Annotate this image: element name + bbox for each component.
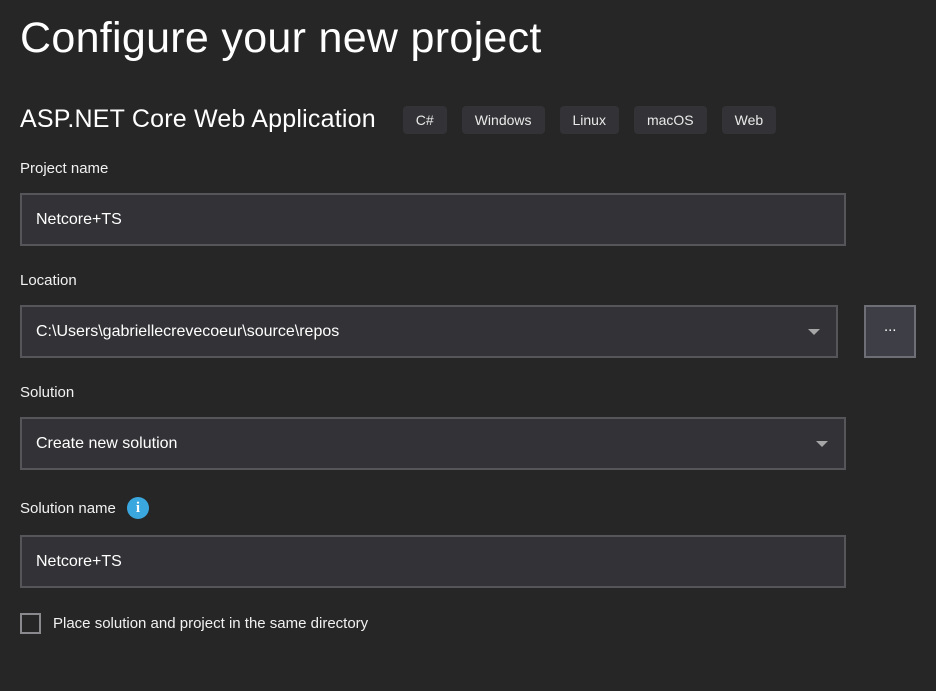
project-name-label: Project name [20, 160, 916, 177]
tag-macos: macOS [634, 106, 707, 134]
configure-project-dialog: Configure your new project ASP.NET Core … [0, 0, 936, 634]
template-header: ASP.NET Core Web Application C# Windows … [20, 105, 916, 134]
same-directory-label: Place solution and project in the same d… [53, 615, 368, 632]
solution-name-label-row: Solution name i [20, 497, 916, 519]
solution-name-input[interactable] [20, 535, 846, 588]
solution-name-label: Solution name [20, 500, 116, 517]
solution-label: Solution [20, 384, 916, 401]
location-label: Location [20, 272, 916, 289]
location-row: C:\Users\gabriellecrevecoeur\source\repo… [20, 305, 916, 358]
tag-csharp: C# [403, 106, 447, 134]
location-combobox[interactable]: C:\Users\gabriellecrevecoeur\source\repo… [20, 305, 838, 358]
project-name-input[interactable] [20, 193, 846, 246]
solution-combobox[interactable]: Create new solution [20, 417, 846, 470]
browse-button[interactable]: ... [864, 305, 916, 358]
tag-web: Web [722, 106, 777, 134]
same-directory-row: Place solution and project in the same d… [20, 613, 916, 634]
chevron-down-icon [808, 329, 820, 335]
tag-windows: Windows [462, 106, 545, 134]
template-tags: C# Windows Linux macOS Web [403, 106, 776, 134]
page-title: Configure your new project [20, 0, 916, 63]
info-icon[interactable]: i [127, 497, 149, 519]
same-directory-checkbox[interactable] [20, 613, 41, 634]
chevron-down-icon [816, 441, 828, 447]
tag-linux: Linux [560, 106, 619, 134]
template-name: ASP.NET Core Web Application [20, 105, 376, 134]
solution-value: Create new solution [36, 435, 177, 453]
location-value: C:\Users\gabriellecrevecoeur\source\repo… [36, 323, 339, 341]
